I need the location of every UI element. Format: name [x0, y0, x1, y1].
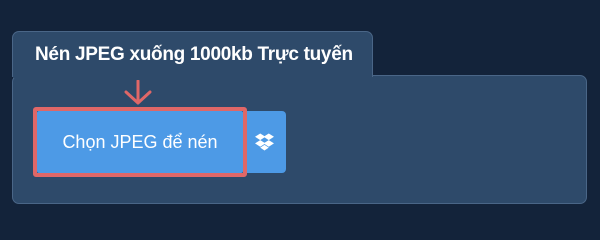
panel-tab-joint: [13, 74, 372, 78]
arrow-down-icon: [124, 80, 152, 105]
panel-title: Nén JPEG xuống 1000kb Trực tuyến: [35, 44, 353, 65]
dropbox-button[interactable]: [243, 111, 286, 173]
choose-jpeg-button[interactable]: Chọn JPEG để nén: [37, 111, 243, 173]
choose-jpeg-label: Chọn JPEG để nén: [62, 131, 218, 152]
dropbox-icon: [255, 133, 274, 151]
